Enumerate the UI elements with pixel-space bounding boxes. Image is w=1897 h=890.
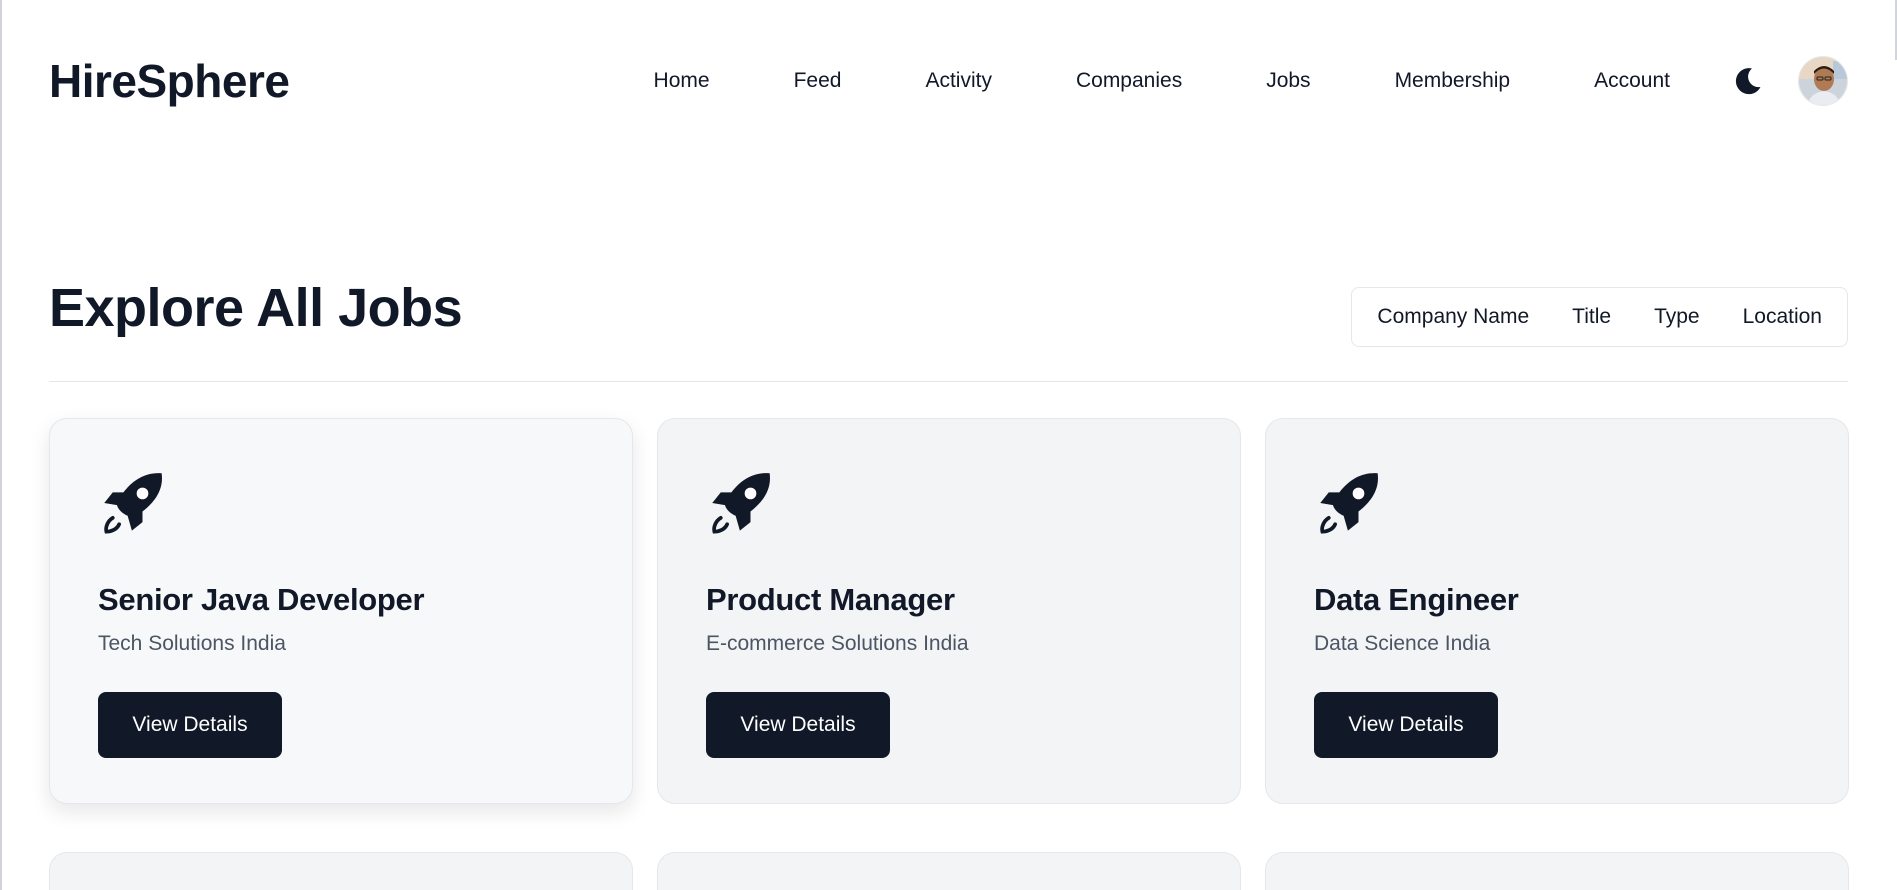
divider [49, 381, 1848, 382]
filter-company-name[interactable]: Company Name [1377, 305, 1529, 329]
nav-feed[interactable]: Feed [794, 69, 842, 93]
view-details-button[interactable]: View Details [1314, 692, 1498, 758]
job-title: Product Manager [706, 582, 955, 617]
nav-home[interactable]: Home [654, 69, 710, 93]
job-card-partial [657, 852, 1241, 890]
job-card: Product Manager E-commerce Solutions Ind… [657, 418, 1241, 804]
rocket-icon [1320, 473, 1378, 534]
company-name: Data Science India [1314, 632, 1491, 655]
page-title: Explore All Jobs [49, 278, 463, 338]
job-card-partial [49, 852, 633, 890]
job-title: Senior Java Developer [98, 582, 425, 617]
company-name: Tech Solutions India [98, 632, 286, 655]
nav-jobs[interactable]: Jobs [1266, 69, 1310, 93]
company-name: E-commerce Solutions India [706, 632, 969, 655]
dark-mode-toggle[interactable] [1731, 64, 1765, 98]
brand-logo[interactable]: HireSphere [49, 54, 290, 108]
filter-location[interactable]: Location [1743, 305, 1822, 329]
job-title: Data Engineer [1314, 582, 1519, 617]
filter-title[interactable]: Title [1572, 305, 1611, 329]
nav-membership[interactable]: Membership [1395, 69, 1511, 93]
filter-bar: Company Name Title Type Location [1351, 286, 1848, 347]
moon-icon [1735, 68, 1761, 95]
job-card: Senior Java Developer Tech Solutions Ind… [49, 418, 633, 804]
job-card: Data Engineer Data Science India View De… [1265, 418, 1849, 804]
view-details-button[interactable]: View Details [98, 692, 282, 758]
nav-companies[interactable]: Companies [1076, 69, 1182, 93]
nav-activity[interactable]: Activity [925, 69, 992, 93]
nav-account[interactable]: Account [1594, 69, 1670, 93]
rocket-icon [712, 473, 770, 534]
page-header: Explore All Jobs Company Name Title Type… [49, 268, 1848, 348]
top-header: HireSphere Home Feed Activity Companies … [49, 50, 1848, 112]
job-card-partial [1265, 852, 1849, 890]
filter-type[interactable]: Type [1654, 305, 1700, 329]
avatar[interactable] [1798, 56, 1848, 106]
user-avatar-icon [1799, 57, 1847, 105]
main-nav: Home Feed Activity Companies Jobs Member… [654, 69, 1670, 93]
view-details-button[interactable]: View Details [706, 692, 890, 758]
rocket-icon [104, 473, 162, 534]
